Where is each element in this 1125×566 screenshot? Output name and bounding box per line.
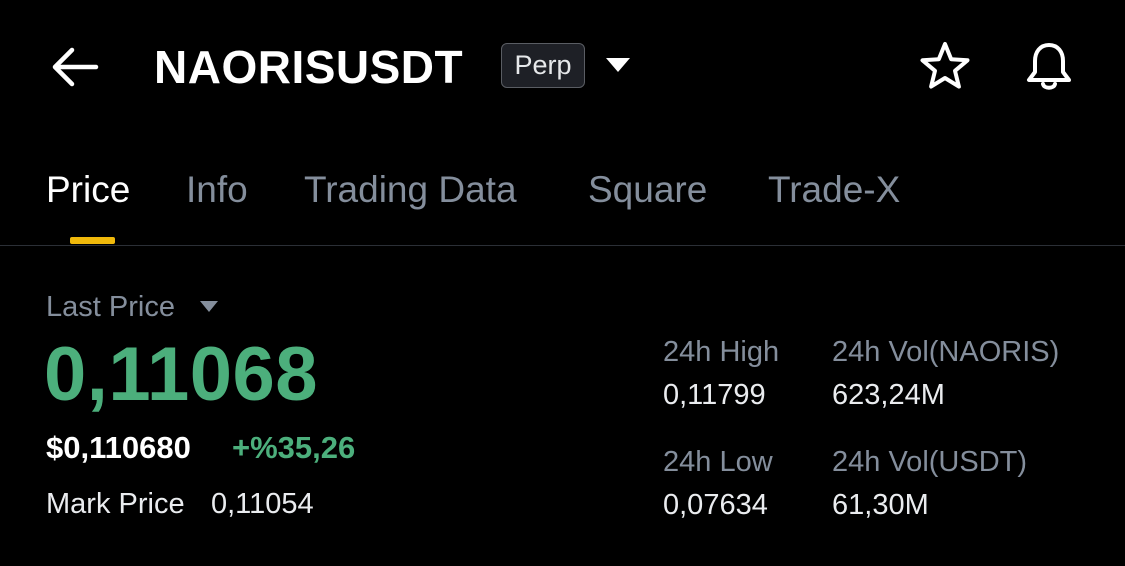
- tab-price[interactable]: Price: [46, 166, 130, 214]
- bell-icon[interactable]: [1022, 40, 1076, 94]
- caret-down-icon[interactable]: [604, 56, 632, 74]
- caret-down-icon[interactable]: [199, 300, 219, 313]
- tab-square[interactable]: Square: [588, 166, 707, 214]
- tabs-divider: [0, 245, 1125, 246]
- usd-price: $0,110680: [46, 430, 191, 465]
- last-price-label[interactable]: Last Price: [46, 288, 175, 326]
- vol-base-24h-value: 623,24M: [832, 379, 945, 411]
- active-tab-indicator: [70, 237, 115, 244]
- vol-quote-24h-label: 24h Vol(USDT): [832, 446, 1028, 478]
- vol-base-24h-label: 24h Vol(NAORIS): [832, 336, 1060, 368]
- symbol-title[interactable]: NAORISUSDT: [154, 38, 463, 96]
- tab-trading-data[interactable]: Trading Data: [304, 166, 517, 214]
- mark-price-label: Mark Price: [46, 488, 185, 520]
- star-icon[interactable]: [918, 40, 972, 94]
- low-24h-label: 24h Low: [663, 446, 773, 478]
- tab-trade-x[interactable]: Trade-X: [768, 166, 900, 214]
- vol-quote-24h-value: 61,30M: [832, 489, 929, 521]
- last-price-value: 0,11068: [44, 332, 319, 417]
- price-change-percent: +%35,26: [232, 430, 356, 465]
- contract-type-badge: Perp: [501, 43, 585, 88]
- mark-price-value: 0,11054: [211, 488, 314, 520]
- tab-info[interactable]: Info: [186, 166, 248, 214]
- back-arrow-icon[interactable]: [50, 44, 100, 90]
- high-24h-label: 24h High: [663, 336, 780, 368]
- low-24h-value: 0,07634: [663, 489, 768, 521]
- high-24h-value: 0,11799: [663, 379, 766, 411]
